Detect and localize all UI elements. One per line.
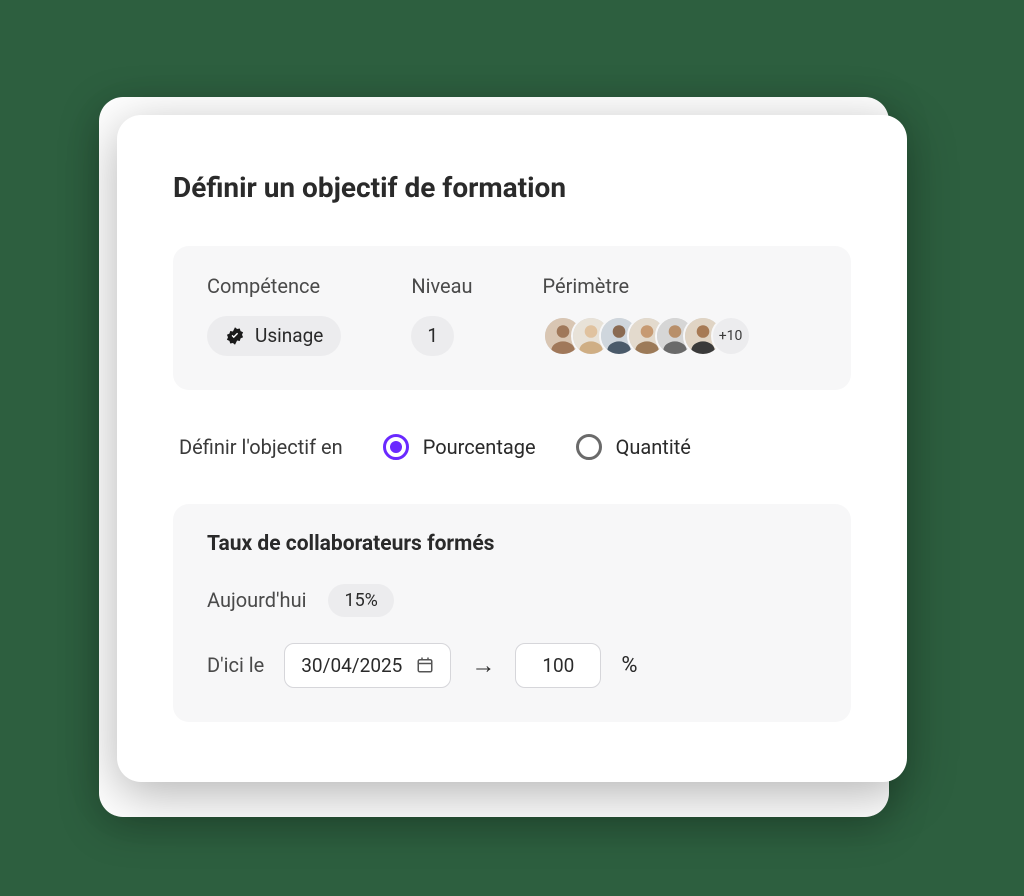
perimeter-avatars[interactable]: +10 <box>543 316 751 356</box>
rate-panel: Taux de collaborateurs formés Aujourd'hu… <box>173 504 851 722</box>
competence-chip[interactable]: Usinage <box>207 316 341 356</box>
radio-icon <box>383 434 409 460</box>
radio-option-percentage[interactable]: Pourcentage <box>383 434 536 460</box>
competence-column: Compétence Usinage <box>207 274 341 356</box>
date-value: 30/04/2025 <box>301 654 402 677</box>
avatar-more-count[interactable]: +10 <box>711 316 751 356</box>
level-value: 1 <box>427 324 438 347</box>
competence-value: Usinage <box>255 324 323 347</box>
define-prompt: Définir l'objectif en <box>179 435 343 459</box>
target-percent-input[interactable]: 100 <box>515 643 601 688</box>
radio-icon <box>576 434 602 460</box>
target-row: D'ici le 30/04/2025 → 100 % <box>207 643 817 688</box>
objective-type-row: Définir l'objectif en Pourcentage Quanti… <box>179 434 845 460</box>
today-value-pill: 15% <box>328 584 393 617</box>
today-row: Aujourd'hui 15% <box>207 584 817 617</box>
target-value: 100 <box>542 654 574 677</box>
radio-label-percentage: Pourcentage <box>423 435 536 459</box>
calendar-icon <box>416 656 434 674</box>
radio-option-quantity[interactable]: Quantité <box>576 434 691 460</box>
percent-symbol: % <box>621 653 637 678</box>
today-label: Aujourd'hui <box>207 588 306 612</box>
verified-badge-icon <box>225 326 245 346</box>
card-title: Définir un objectif de formation <box>173 171 851 204</box>
summary-panel: Compétence Usinage Niveau 1 Périm <box>173 246 851 390</box>
radio-label-quantity: Quantité <box>616 435 691 459</box>
arrow-right-icon: → <box>471 651 495 680</box>
level-column: Niveau 1 <box>411 274 472 356</box>
rate-title: Taux de collaborateurs formés <box>207 532 817 556</box>
by-label: D'ici le <box>207 653 264 677</box>
competence-label: Compétence <box>207 274 341 298</box>
level-label: Niveau <box>411 274 472 298</box>
objective-card: Définir un objectif de formation Compéte… <box>117 115 907 782</box>
level-chip[interactable]: 1 <box>411 316 454 356</box>
date-input[interactable]: 30/04/2025 <box>284 643 451 688</box>
perimeter-column: Périmètre +10 <box>543 274 751 356</box>
perimeter-label: Périmètre <box>543 274 751 298</box>
